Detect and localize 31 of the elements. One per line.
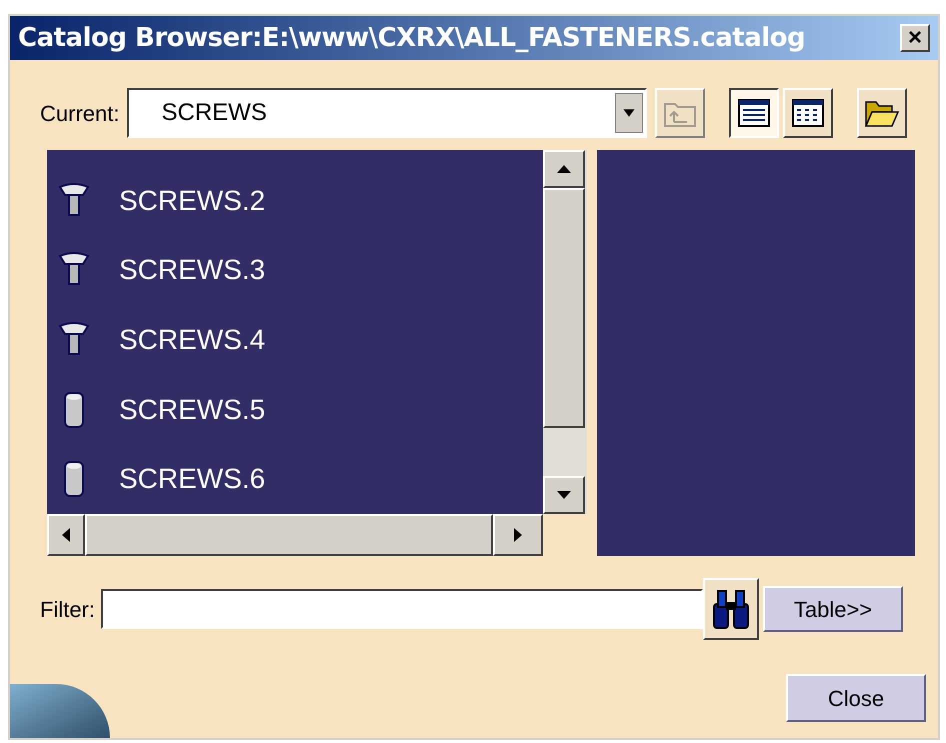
list-item[interactable]: SCREWS.2 [119,180,266,222]
search-button[interactable] [703,578,759,640]
binoculars-icon [710,588,752,630]
table-button[interactable]: Table>> [763,586,903,632]
current-dropdown[interactable]: SCREWS [127,88,648,138]
dropdown-value: SCREWS [161,98,267,128]
list-item[interactable]: SCREWS.6 [119,458,266,500]
current-label: Current: [40,100,120,128]
right-arrow-icon [513,527,523,543]
list-item[interactable]: SCREWS.4 [119,318,266,361]
up-arrow-icon [556,164,572,174]
scroll-right-button[interactable] [493,514,543,556]
window-title: Catalog Browser:E:\www\CXRX\ALL_FASTENERS.catalog [18,22,806,54]
scroll-down-button[interactable] [543,476,585,514]
scroll-left-button[interactable] [47,514,85,556]
filter-field[interactable] [101,589,703,629]
close-dialog-button[interactable]: Close [786,674,926,722]
scroll-thumb[interactable] [85,514,493,556]
left-arrow-icon [61,527,71,543]
parent-folder-button[interactable] [655,88,706,138]
view-toggle-button[interactable] [729,88,780,138]
details-view-icon [738,99,770,127]
close-button[interactable]: × [900,24,930,52]
list-item[interactable]: SCREWS.3 [119,249,266,292]
down-arrow-icon [556,490,572,500]
grid-view-icon [792,99,824,127]
open-folder-button[interactable] [857,88,908,138]
filter-label: Filter: [40,596,95,624]
scroll-up-button[interactable] [543,150,585,188]
scroll-thumb[interactable] [543,188,585,428]
list-item[interactable]: SCREWS.5 [119,388,266,431]
